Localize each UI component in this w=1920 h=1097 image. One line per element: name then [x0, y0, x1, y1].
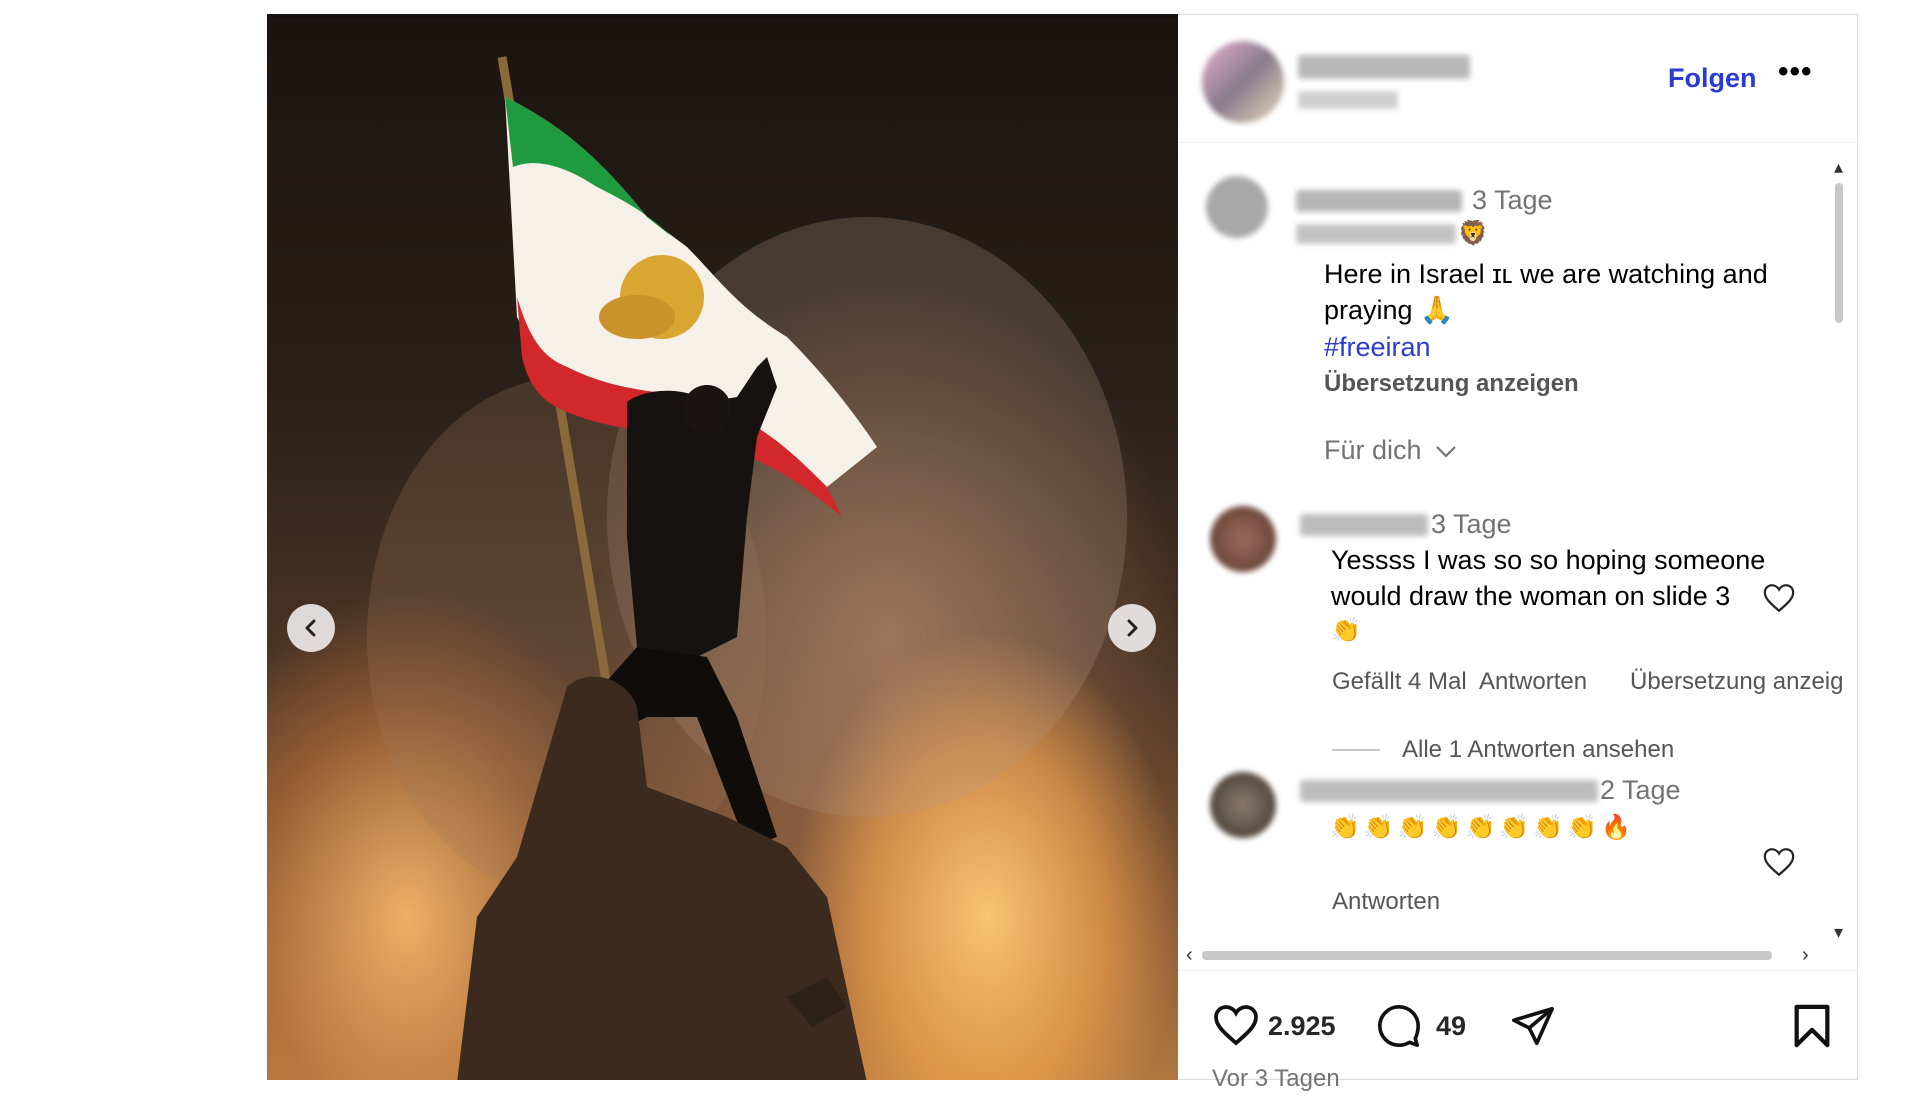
post-image[interactable] — [267, 14, 1178, 1080]
comment-bubble-icon[interactable] — [1376, 1003, 1422, 1049]
post-sidebar: Folgen ••• 3 Tage 🦁 Here in Israel ɪʟ we… — [1178, 14, 1858, 1092]
comment-reply-button[interactable]: Antworten — [1479, 664, 1587, 700]
comment-username[interactable] — [1300, 780, 1598, 802]
replies-divider — [1332, 749, 1380, 751]
paper-plane-icon[interactable] — [1510, 1003, 1556, 1049]
likes-count[interactable]: 2.925 — [1268, 1011, 1336, 1042]
scroll-left-arrow-icon[interactable]: ‹ — [1186, 944, 1193, 967]
comment-like-heart-icon[interactable] — [1762, 582, 1796, 614]
comment-like-heart-icon[interactable] — [1762, 846, 1796, 878]
chevron-left-icon — [305, 619, 316, 637]
scroll-right-arrow-icon[interactable]: › — [1802, 944, 1809, 967]
lion-emoji: 🦁 — [1458, 220, 1488, 247]
comment-age: 2 Tage — [1600, 775, 1681, 805]
comment-filter-label: Für dich — [1324, 435, 1422, 465]
comment-username[interactable] — [1300, 514, 1428, 536]
caption-username[interactable] — [1296, 190, 1462, 212]
comment-avatar[interactable] — [1210, 506, 1276, 572]
post-header: Folgen ••• — [1178, 15, 1858, 143]
comment-text-line1: Yessss I was so so hoping someone — [1331, 545, 1766, 575]
comment-translate-link[interactable]: Übersetzung anzeig — [1630, 664, 1843, 700]
comment-reply-button[interactable]: Antworten — [1332, 884, 1440, 920]
post-actions-bar: 2.925 49 Vor 3 Tagen — [1178, 970, 1858, 1092]
comment-filter-dropdown[interactable]: Für dich — [1324, 432, 1457, 468]
post-image-illustration — [367, 56, 1127, 1080]
comment-text: 👏👏👏👏👏👏👏👏🔥 — [1330, 814, 1635, 841]
post-container: Folgen ••• 3 Tage 🦁 Here in Israel ɪʟ we… — [267, 14, 1858, 1092]
comment-age: 3 Tage — [1431, 509, 1512, 539]
comments-panel[interactable]: 3 Tage 🦁 Here in Israel ɪʟ we are watchi… — [1178, 144, 1858, 934]
chevron-down-icon — [1436, 446, 1456, 458]
caption-age: 3 Tage — [1472, 185, 1553, 215]
vertical-scrollbar[interactable] — [1835, 183, 1843, 323]
author-subtitle — [1298, 91, 1398, 109]
caption-translate-link[interactable]: Übersetzung anzeigen — [1324, 366, 1579, 402]
comment-text-line3: 👏 — [1331, 617, 1361, 644]
next-slide-button[interactable] — [1108, 604, 1156, 652]
author-username[interactable] — [1298, 55, 1470, 79]
chevron-right-icon — [1127, 619, 1138, 637]
comment-likes-count[interactable]: Gefällt 4 Mal — [1332, 664, 1467, 700]
caption-avatar[interactable] — [1206, 176, 1268, 238]
comment-avatar[interactable] — [1210, 772, 1276, 838]
comments-count[interactable]: 49 — [1436, 1011, 1466, 1042]
view-replies-link[interactable]: Alle 1 Antworten ansehen — [1402, 732, 1674, 768]
caption-text-line2: praying 🙏 — [1324, 295, 1454, 325]
scroll-down-arrow-icon[interactable]: ▾ — [1834, 922, 1843, 943]
author-avatar[interactable] — [1202, 41, 1284, 123]
post-timestamp: Vor 3 Tagen — [1212, 1065, 1340, 1092]
more-options-button[interactable]: ••• — [1778, 55, 1813, 89]
caption-subtitle — [1296, 224, 1456, 244]
previous-slide-button[interactable] — [287, 604, 335, 652]
bookmark-icon[interactable] — [1792, 1003, 1832, 1049]
hashtag-link[interactable]: #freeiran — [1324, 329, 1431, 365]
caption-text-line1: Here in Israel ɪʟ we are watching and — [1324, 259, 1768, 289]
comment-text-line2: would draw the woman on slide 3 — [1331, 581, 1731, 611]
scroll-up-arrow-icon[interactable]: ▴ — [1834, 157, 1843, 178]
horizontal-scrollbar[interactable] — [1202, 951, 1772, 960]
heart-icon[interactable] — [1212, 1003, 1260, 1047]
follow-button[interactable]: Folgen — [1668, 63, 1757, 94]
